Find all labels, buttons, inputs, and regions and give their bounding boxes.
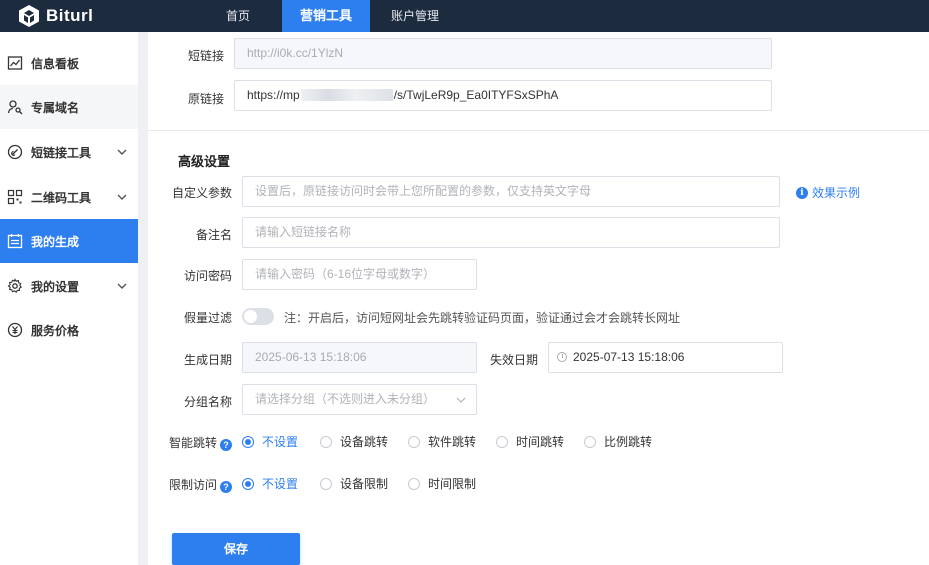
original-link-prefix: https://mp xyxy=(247,88,300,102)
advanced-settings-title: 高级设置 xyxy=(178,154,231,169)
sidebar-item-domain[interactable]: 专属域名 xyxy=(0,85,138,129)
smart-jump-label-text: 智能跳转 xyxy=(168,436,217,450)
custom-params-label: 自定义参数 xyxy=(171,186,232,200)
radio-smart-jump-none[interactable]: 不设置 xyxy=(242,433,320,450)
password-input[interactable]: 请输入密码（6-16位字母或数字） xyxy=(242,259,477,290)
radio-smart-jump-software[interactable]: 软件跳转 xyxy=(408,433,496,450)
group-select-placeholder: 请选择分组（不选则进入未分组） xyxy=(255,392,436,406)
save-button[interactable]: 保存 xyxy=(172,533,300,565)
expire-date-label: 失效日期 xyxy=(489,353,538,367)
info-icon: i xyxy=(796,186,808,199)
radio-smart-jump-time[interactable]: 时间跳转 xyxy=(496,433,584,450)
calendar-list-icon xyxy=(7,233,23,249)
created-date-label: 生成日期 xyxy=(183,353,232,367)
brand-logo[interactable]: Biturl xyxy=(16,3,93,29)
toggle-knob xyxy=(244,310,257,323)
user-key-icon xyxy=(7,99,23,115)
sidebar-item-qrcode-tools[interactable]: 二维码工具 xyxy=(0,175,138,219)
group-label: 分组名称 xyxy=(183,395,232,409)
layout-gutter xyxy=(138,32,148,565)
radio-label: 时间跳转 xyxy=(516,435,565,449)
radio-label: 时间限制 xyxy=(428,477,477,491)
radio-circle xyxy=(408,477,420,490)
sidebar-item-label: 服务价格 xyxy=(31,323,80,338)
chevron-down-icon xyxy=(456,397,466,403)
sidebar: 信息看板 专属域名 短链接工具 二维码工具 我的生成 我的设置 服务价格 xyxy=(0,32,138,565)
radio-smart-jump-ratio[interactable]: 比例跳转 xyxy=(584,433,652,450)
sidebar-item-label: 我的设置 xyxy=(31,279,80,294)
help-icon[interactable]: ? xyxy=(220,481,232,493)
original-link-field[interactable]: https://mp/s/TwjLeR9p_Ea0ITYFSxSPhA xyxy=(234,80,772,111)
chart-icon xyxy=(7,55,23,71)
sidebar-item-my-generated[interactable]: 我的生成 xyxy=(0,219,138,263)
nav-home[interactable]: 首页 xyxy=(222,0,254,32)
nav-account-management[interactable]: 账户管理 xyxy=(390,0,440,32)
radio-label: 设备限制 xyxy=(340,477,389,491)
radio-circle xyxy=(242,477,254,490)
limit-access-label: 限制访问? xyxy=(168,476,232,493)
biturl-logo-icon xyxy=(19,5,39,27)
remark-label: 备注名 xyxy=(195,228,232,242)
sidebar-item-pricing[interactable]: 服务价格 xyxy=(0,308,138,352)
sidebar-item-dashboard[interactable]: 信息看板 xyxy=(0,41,138,85)
chevron-down-icon[interactable] xyxy=(116,146,128,158)
main-form-panel: 短链接 http://i0k.cc/1YlzN 原链接 https://mp/s… xyxy=(148,32,929,565)
radio-label: 不设置 xyxy=(262,435,299,449)
radio-circle xyxy=(496,435,508,448)
limit-access-radio-group: 不设置 设备限制 时间限制 xyxy=(242,475,476,492)
radio-limit-device[interactable]: 设备限制 xyxy=(320,475,408,492)
password-label: 访问密码 xyxy=(183,269,232,283)
radio-circle xyxy=(320,477,332,490)
brand-name: Biturl xyxy=(46,6,94,25)
short-link-label: 短链接 xyxy=(188,49,225,63)
sidebar-item-my-settings[interactable]: 我的设置 xyxy=(0,264,138,308)
short-link-field: http://i0k.cc/1YlzN xyxy=(234,38,772,69)
expire-date-value: 2025-07-13 15:18:06 xyxy=(573,350,685,364)
radio-limit-time[interactable]: 时间限制 xyxy=(408,475,476,492)
radio-label: 不设置 xyxy=(262,477,299,491)
smart-jump-radio-group: 不设置 设备跳转 软件跳转 时间跳转 比例跳转 xyxy=(242,433,652,450)
sidebar-item-label: 我的生成 xyxy=(31,234,80,249)
radio-circle xyxy=(584,435,596,448)
sidebar-item-label: 专属域名 xyxy=(31,100,80,115)
custom-params-input[interactable]: 设置后，原链接访问时会带上您所配置的参数，仅支持英文字母 xyxy=(242,176,780,207)
redacted-region xyxy=(300,89,393,101)
created-date-field: 2025-06-13 15:18:06 xyxy=(242,342,477,373)
radio-circle xyxy=(320,435,332,448)
radio-limit-none[interactable]: 不设置 xyxy=(242,475,320,492)
sidebar-item-short-link-tools[interactable]: 短链接工具 xyxy=(0,130,138,174)
qrcode-icon xyxy=(7,189,23,205)
effect-example-link[interactable]: i 效果示例 xyxy=(796,184,860,201)
link-icon xyxy=(7,144,23,160)
smart-jump-label: 智能跳转? xyxy=(168,434,232,451)
chevron-down-icon[interactable] xyxy=(116,280,128,292)
group-select[interactable]: 请选择分组（不选则进入未分组） xyxy=(242,384,477,415)
radio-label: 比例跳转 xyxy=(604,435,653,449)
sidebar-item-label: 信息看板 xyxy=(31,56,80,71)
radio-label: 设备跳转 xyxy=(340,435,389,449)
clock-icon xyxy=(557,352,567,362)
sidebar-item-label: 二维码工具 xyxy=(31,190,92,205)
radio-circle xyxy=(242,435,254,448)
original-link-suffix: /s/TwjLeR9p_Ea0ITYFSxSPhA xyxy=(393,88,559,102)
original-link-label: 原链接 xyxy=(188,92,225,106)
fake-filter-note: 注：开启后，访问短网址会先跳转验证码页面，验证通过会才会跳转长网址 xyxy=(284,311,681,325)
yen-icon xyxy=(7,322,23,338)
radio-smart-jump-device[interactable]: 设备跳转 xyxy=(320,433,408,450)
help-icon[interactable]: ? xyxy=(220,439,232,451)
gear-icon xyxy=(7,278,23,294)
chevron-down-icon[interactable] xyxy=(116,191,128,203)
effect-example-label: 效果示例 xyxy=(812,186,861,200)
top-navbar: Biturl 首页 营销工具 账户管理 xyxy=(0,0,929,32)
expire-date-picker[interactable]: 2025-07-13 15:18:06 xyxy=(548,342,783,373)
section-divider xyxy=(148,130,929,131)
nav-marketing-tools[interactable]: 营销工具 xyxy=(282,0,370,32)
remark-input[interactable]: 请输入短链接名称 xyxy=(242,217,780,248)
fake-filter-label: 假量过滤 xyxy=(183,311,232,325)
radio-label: 软件跳转 xyxy=(428,435,477,449)
sidebar-item-label: 短链接工具 xyxy=(31,145,92,160)
radio-circle xyxy=(408,435,420,448)
limit-access-label-text: 限制访问 xyxy=(168,478,217,492)
fake-filter-toggle[interactable] xyxy=(242,308,274,325)
